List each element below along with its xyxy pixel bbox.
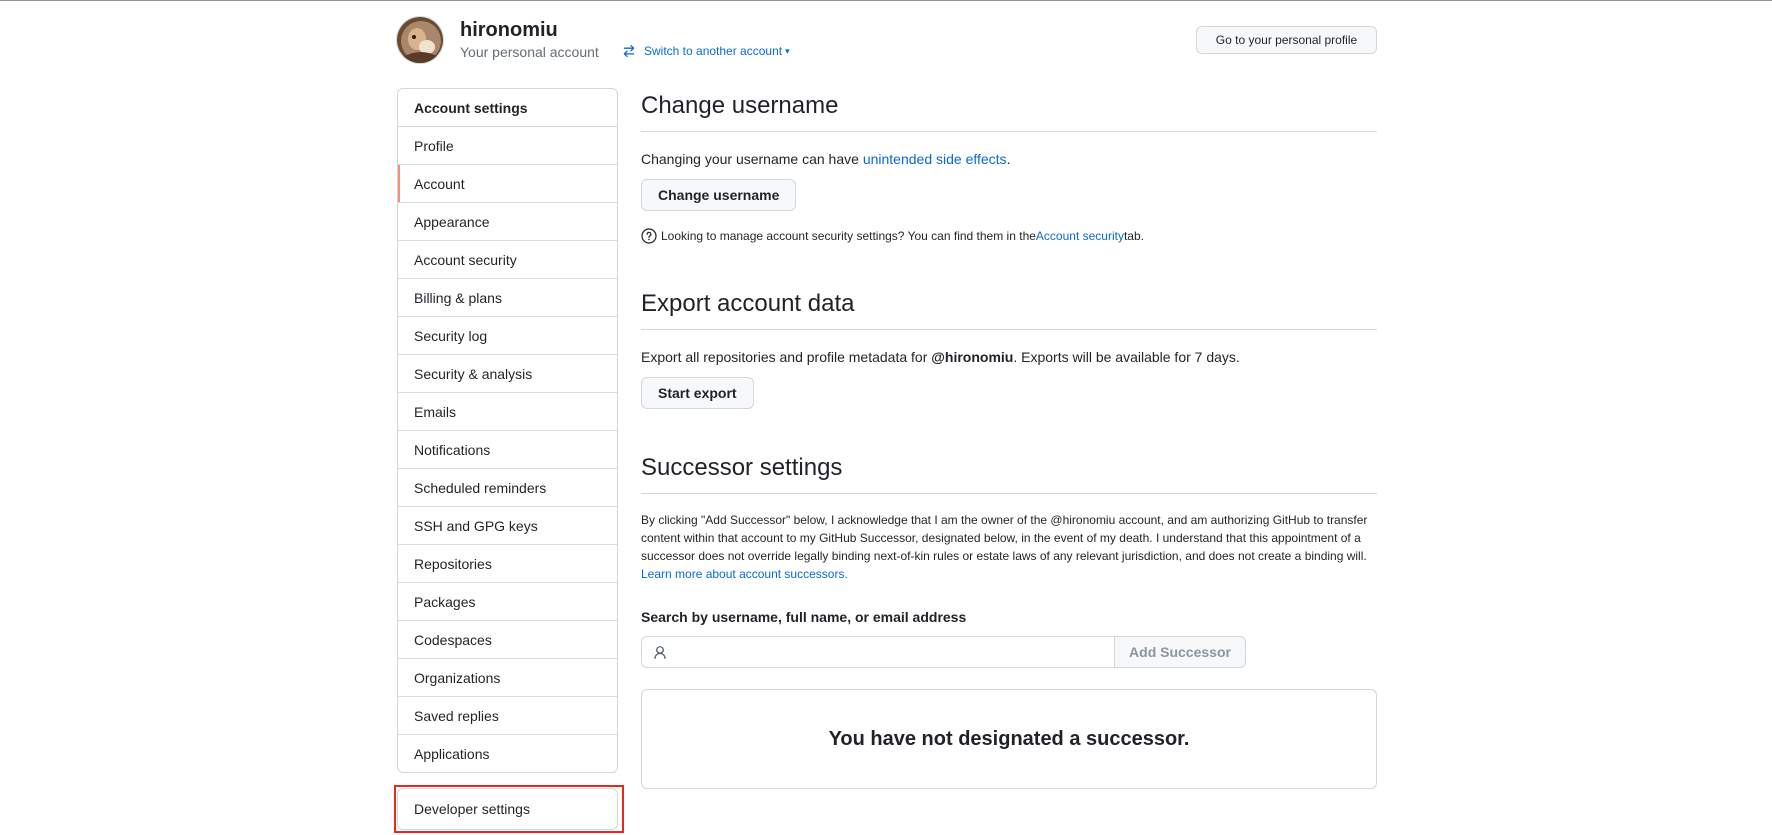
sidebar-item-security-log[interactable]: Security log: [398, 317, 617, 355]
sidebar-item-billing-plans[interactable]: Billing & plans: [398, 279, 617, 317]
sidebar-item-label: Account security: [414, 251, 517, 268]
change-username-description: Changing your username can have unintend…: [641, 151, 1011, 167]
sidebar-item-scheduled-reminders[interactable]: Scheduled reminders: [398, 469, 617, 507]
settings-sidebar: Account settings Profile Account Appearanc…: [397, 88, 618, 773]
sidebar-item-label: SSH and GPG keys: [414, 517, 538, 534]
sidebar-item-label: Security & analysis: [414, 365, 533, 382]
account-username: hironomiu: [460, 19, 558, 41]
sidebar-item-emails[interactable]: Emails: [398, 393, 617, 431]
sidebar-item-label: Emails: [414, 403, 457, 420]
personal-profile-button[interactable]: Go to your personal profile: [1196, 26, 1377, 54]
sidebar-item-label: Account: [414, 175, 465, 192]
change-username-button[interactable]: Change username: [641, 179, 797, 211]
section-divider: [641, 329, 1377, 330]
person-icon: [653, 645, 667, 659]
sidebar-item-label: Scheduled reminders: [414, 479, 547, 496]
sidebar-item-label: Codespaces: [414, 631, 492, 648]
sidebar-item-security-analysis[interactable]: Security & analysis: [398, 355, 617, 393]
top-border: [0, 0, 1772, 1]
sidebar-heading: Account settings: [398, 89, 617, 127]
sidebar-item-label: Packages: [414, 593, 476, 610]
sidebar-item-saved-replies[interactable]: Saved replies: [398, 697, 617, 735]
sidebar-item-repositories[interactable]: Repositories: [398, 545, 617, 583]
sidebar-item-label: Repositories: [414, 555, 492, 572]
sidebar-item-label: Appearance: [414, 213, 490, 230]
sidebar-item-account[interactable]: Account: [398, 165, 617, 203]
caret-down-icon: ▾: [785, 45, 790, 56]
learn-more-successors-link[interactable]: Learn more about account successors.: [641, 567, 848, 581]
sidebar-item-appearance[interactable]: Appearance: [398, 203, 617, 241]
question-icon: [641, 228, 657, 244]
add-successor-button[interactable]: Add Successor: [1114, 636, 1246, 668]
sidebar-item-notifications[interactable]: Notifications: [398, 431, 617, 469]
arrow-switch-icon: [622, 44, 636, 58]
successor-title: Successor settings: [641, 454, 843, 481]
highlight-box: [394, 785, 624, 833]
sidebar-item-profile[interactable]: Profile: [398, 127, 617, 165]
successor-empty-state: You have not designated a successor.: [641, 689, 1377, 789]
side-effects-link[interactable]: unintended side effects: [863, 151, 1007, 167]
sidebar-item-codespaces[interactable]: Codespaces: [398, 621, 617, 659]
sidebar-item-label: Billing & plans: [414, 289, 502, 306]
avatar[interactable]: [396, 16, 444, 64]
sidebar-item-organizations[interactable]: Organizations: [398, 659, 617, 697]
successor-legal-text: By clicking "Add Successor" below, I ack…: [641, 513, 1368, 581]
sidebar-item-label: Notifications: [414, 441, 491, 458]
sidebar-list: Profile Account Appearance Account security…: [398, 127, 617, 772]
sidebar-item-label: Applications: [414, 746, 490, 762]
sidebar-item-label: Profile: [414, 137, 454, 154]
export-title: Export account data: [641, 290, 855, 317]
successor-search-label: Search by username, full name, or email …: [641, 609, 967, 625]
section-divider: [641, 131, 1377, 132]
sidebar-item-label: Security log: [414, 327, 488, 344]
start-export-button[interactable]: Start export: [641, 377, 754, 409]
switch-account-label: Switch to another account: [644, 44, 783, 58]
successor-search-field: [641, 636, 1114, 668]
export-handle: @hironomiu: [931, 349, 1014, 365]
sidebar-item-account-security[interactable]: Account security: [398, 241, 617, 279]
section-divider: [641, 493, 1377, 494]
sidebar-item-ssh-and-gpg-keys[interactable]: SSH and GPG keys: [398, 507, 617, 545]
security-note: Looking to manage account security setti…: [641, 228, 1144, 244]
export-description: Export all repositories and profile meta…: [641, 349, 1240, 365]
successor-search-input[interactable]: [673, 638, 1114, 666]
sidebar-item-applications[interactable]: Applications: [398, 735, 617, 772]
sidebar-item-packages[interactable]: Packages: [398, 583, 617, 621]
change-username-title: Change username: [641, 92, 839, 119]
switch-account-button[interactable]: Switch to another account ▾: [622, 44, 790, 58]
sidebar-item-label: Organizations: [414, 669, 501, 686]
account-security-link[interactable]: Account security: [1036, 229, 1124, 243]
sidebar-item-label: Saved replies: [414, 707, 499, 724]
account-type-label: Your personal account: [460, 44, 599, 60]
